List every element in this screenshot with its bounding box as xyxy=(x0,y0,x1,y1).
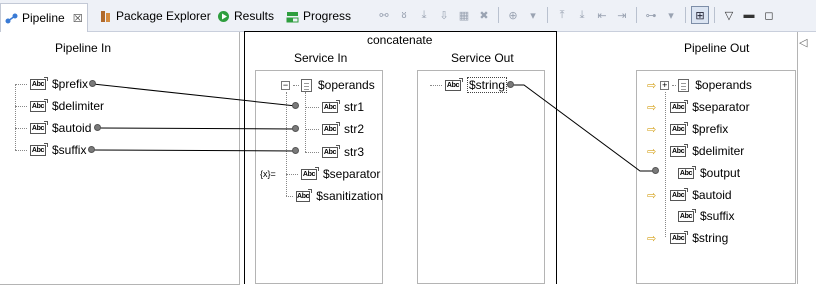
link-handle[interactable] xyxy=(292,125,299,132)
mapping-links xyxy=(91,83,656,172)
link-prefix-str1 xyxy=(92,83,297,107)
link-suffix-str3 xyxy=(91,149,297,152)
link-handle[interactable] xyxy=(94,124,101,131)
link-handle[interactable] xyxy=(292,102,299,109)
link-handle[interactable] xyxy=(652,167,659,174)
link-string-output xyxy=(511,84,656,172)
link-autoid-str2 xyxy=(97,127,297,130)
link-handle[interactable] xyxy=(89,80,96,87)
link-handle[interactable] xyxy=(292,147,299,154)
link-handle[interactable] xyxy=(88,146,95,153)
link-handle[interactable] xyxy=(507,81,514,88)
